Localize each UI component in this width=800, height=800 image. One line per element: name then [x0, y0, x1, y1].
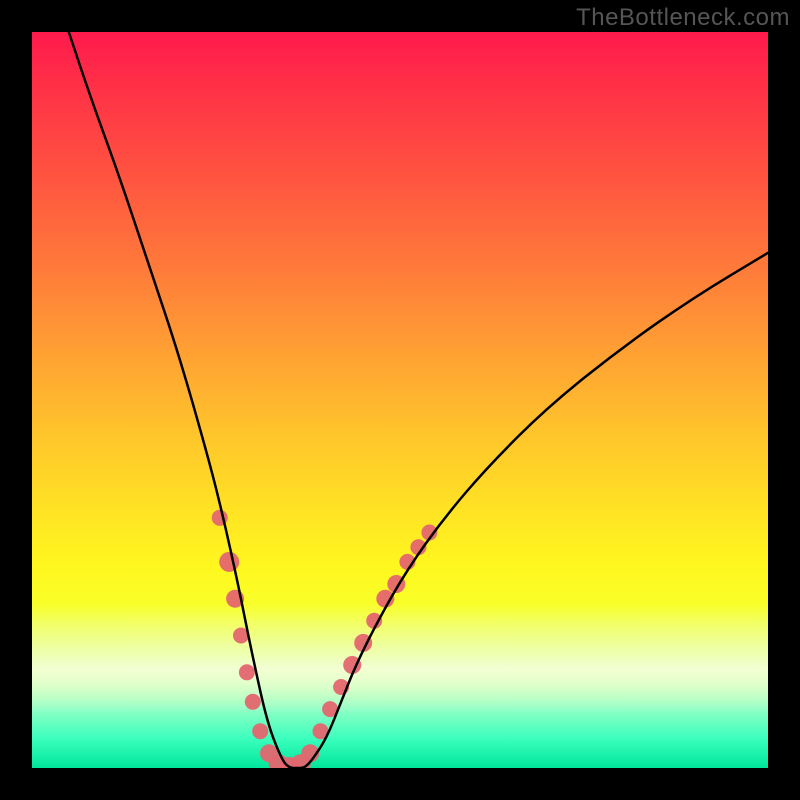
bottleneck-curve	[69, 32, 768, 768]
watermark-text: TheBottleneck.com	[576, 4, 790, 32]
scatter-point	[239, 664, 255, 680]
scatter-point	[219, 552, 239, 572]
scatter-points	[212, 510, 438, 768]
scatter-point	[245, 694, 261, 710]
plot-area	[32, 32, 768, 768]
chart-stage: TheBottleneck.com	[0, 0, 800, 800]
scatter-point	[252, 723, 268, 739]
curve-layer	[32, 32, 768, 768]
